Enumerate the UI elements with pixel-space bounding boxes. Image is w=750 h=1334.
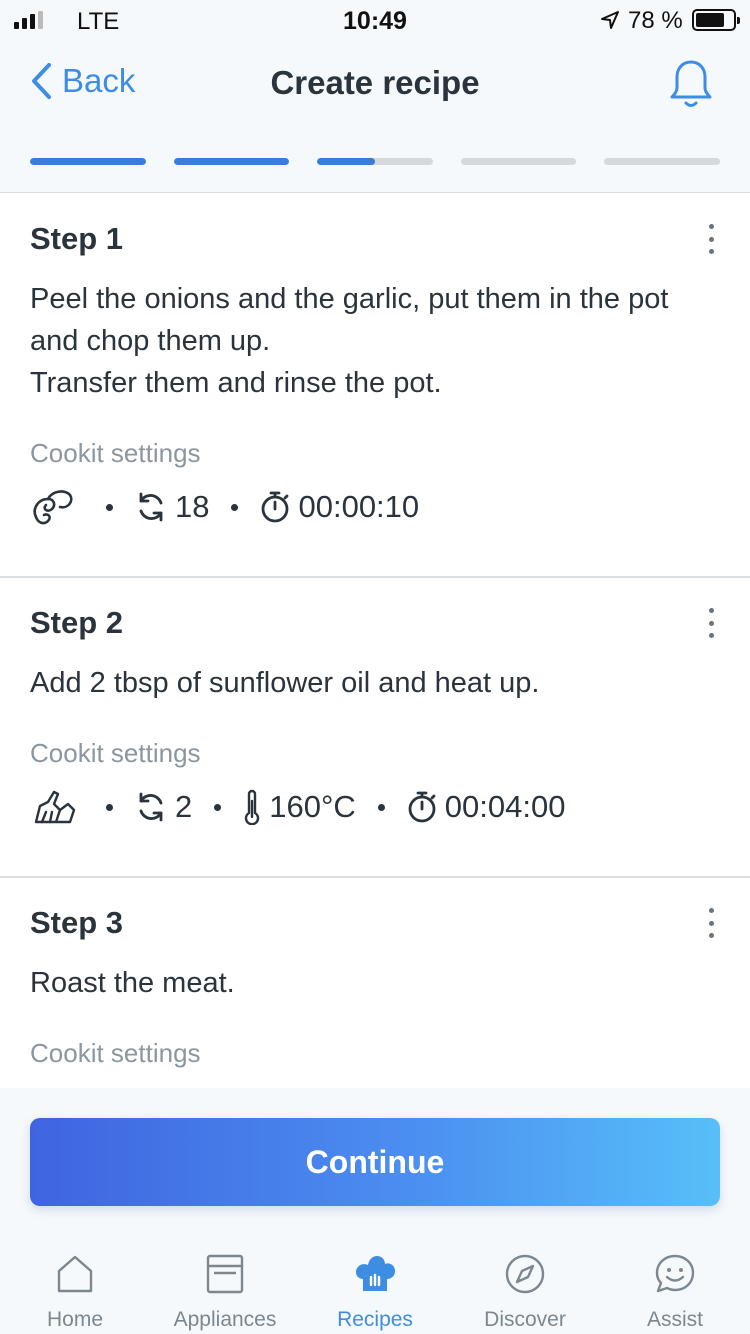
speed-value: 18	[175, 489, 210, 524]
compass-icon	[504, 1253, 546, 1300]
progress-segment-fill	[317, 158, 375, 165]
speed-icon	[135, 491, 167, 523]
tab-home[interactable]: Home	[0, 1233, 150, 1334]
timer-value: 00:00:10	[298, 489, 420, 524]
step-card: Step 1 Peel the onions and the garlic, p…	[0, 194, 750, 578]
progress-segment	[30, 158, 146, 165]
progress-segment	[173, 158, 290, 165]
tab-label: Assist	[646, 1308, 703, 1331]
step-progress	[30, 158, 720, 166]
settings-label: Cookit settings	[30, 738, 201, 768]
cookit-settings: 2 160°C 00:04:00	[30, 785, 720, 829]
step-card: Step 2 Add 2 tbsp of sunflower oil and h…	[0, 578, 750, 878]
navigation-bar: Back Create recipe	[0, 50, 750, 120]
steps-list[interactable]: Step 1 Peel the onions and the garlic, p…	[0, 194, 750, 1088]
location-arrow-icon	[600, 9, 620, 37]
more-options-button[interactable]	[706, 224, 716, 254]
status-bar: LTE 10:49 78 %	[0, 0, 750, 40]
thermometer-icon	[243, 789, 261, 825]
timer-value: 00:04:00	[444, 789, 566, 824]
more-options-button[interactable]	[706, 908, 716, 938]
settings-label: Cookit settings	[30, 438, 201, 468]
battery-percent: 78 %	[628, 7, 683, 34]
stirrer-icon	[30, 788, 76, 826]
step-card: Step 3 Roast the meat. Cookit settings	[0, 878, 750, 1088]
progress-segment	[460, 158, 577, 165]
step-instructions: Add 2 tbsp of sunflower oil and heat up.	[30, 667, 540, 699]
tab-label: Recipes	[337, 1308, 413, 1331]
step-title: Step 1	[30, 221, 124, 256]
page-title: Create recipe	[270, 64, 480, 101]
tab-appliances[interactable]: Appliances	[150, 1233, 300, 1334]
header: LTE 10:49 78 % Back Create recipe	[0, 0, 750, 193]
continue-area: Continue	[0, 1088, 750, 1233]
appliance-icon	[205, 1253, 245, 1300]
timer-icon	[407, 790, 437, 824]
temperature-value: 160°C	[269, 789, 356, 824]
tab-label: Discover	[484, 1308, 566, 1331]
tab-label: Appliances	[173, 1308, 277, 1331]
step-instructions: Roast the meat.	[30, 967, 235, 999]
chopping-blade-icon	[30, 487, 76, 527]
home-icon	[55, 1253, 95, 1300]
step-instructions: Peel the onions and the garlic, put them…	[30, 283, 669, 399]
settings-label: Cookit settings	[30, 1038, 201, 1068]
continue-button[interactable]: Continue	[30, 1118, 720, 1206]
bell-icon	[670, 60, 712, 107]
step-title: Step 2	[30, 605, 124, 640]
timer-icon	[260, 490, 290, 524]
chef-hat-icon	[353, 1253, 397, 1300]
progress-segment	[317, 158, 433, 165]
tab-recipes[interactable]: Recipes	[300, 1233, 450, 1334]
speed-value: 2	[175, 789, 193, 824]
progress-segment	[604, 158, 720, 165]
progress-segment-fill	[30, 158, 146, 165]
speed-icon	[135, 791, 167, 823]
notifications-button[interactable]	[668, 58, 714, 115]
tab-discover[interactable]: Discover	[450, 1233, 600, 1334]
more-options-button[interactable]	[706, 608, 716, 638]
progress-segment-fill	[173, 158, 290, 165]
tab-assist[interactable]: Assist	[600, 1233, 750, 1334]
cookit-settings: 18 00:00:10	[30, 485, 720, 529]
step-title: Step 3	[30, 905, 124, 940]
tab-label: Home	[46, 1308, 104, 1331]
chat-smile-icon	[653, 1253, 697, 1300]
tab-bar: Home Appliances Recipes Discover Assist	[0, 1233, 750, 1334]
battery-icon	[692, 9, 740, 31]
